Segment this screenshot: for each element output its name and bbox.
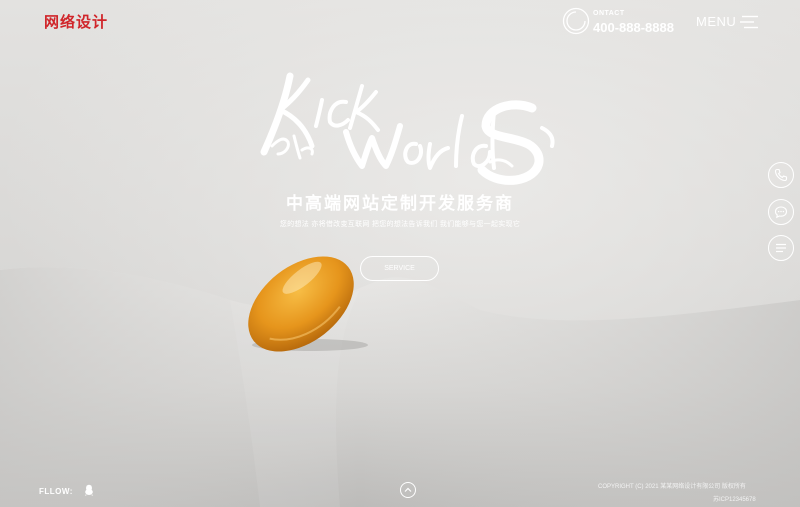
contact-block[interactable]: ONTACT 400-888-8888 [562,7,682,37]
hero-subline: 您的想法 亦将借改变互联网 把您的想法告诉我们 我们能够与您一起实现它 [279,221,521,228]
icp-number: 苏ICP12345678 [713,497,756,503]
contact-number: 400-888-8888 [593,20,674,35]
list-icon [776,243,786,253]
phone-icon [774,168,788,182]
menu-label: MENU [696,14,737,29]
chevron-up-icon [404,487,412,492]
service-button[interactable]: SERVICE [360,256,439,281]
sidebar-list-button[interactable] [768,235,794,261]
contact-ring-icon [562,7,590,35]
sidebar-chat-button[interactable] [768,199,794,225]
kick-the-world-calligraphy-image [260,72,555,185]
scroll-up-button[interactable] [400,482,416,498]
chat-icon [774,206,788,219]
follow-label: FLLOW: [39,487,73,496]
menu-button[interactable]: MENU [696,13,762,31]
hero-tagline: 中高端网站定制开发服务商 [286,194,514,213]
site-logo[interactable]: 网络设计 [44,11,108,32]
sidebar-phone-button[interactable] [768,162,794,188]
copyright-text: COPYRIGHT (C) 2021 某某网络设计有限公司 版权所有 [598,484,746,490]
qq-penguin-icon[interactable] [84,484,94,496]
hamburger-icon [740,15,758,29]
contact-label: ONTACT [593,10,625,17]
